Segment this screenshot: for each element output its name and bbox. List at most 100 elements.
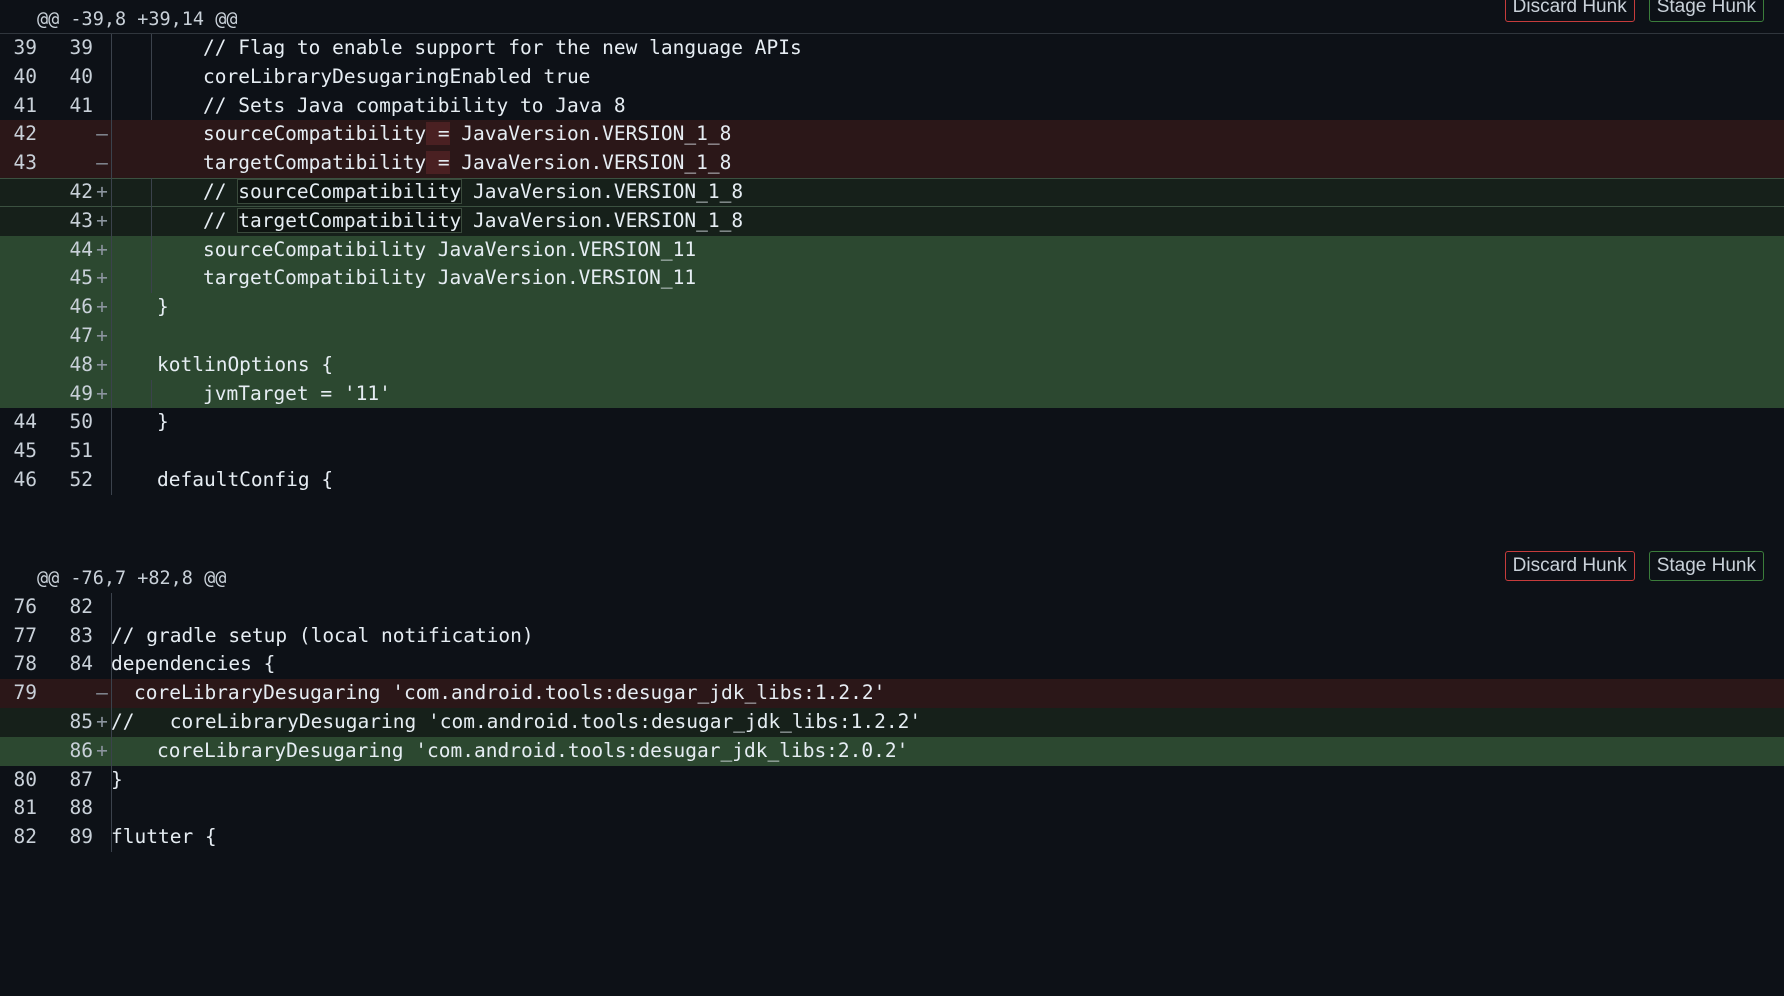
new-line-number: 48	[69, 352, 93, 376]
addition-marker: +	[96, 738, 108, 762]
changed-token: sourceCompatibility	[237, 178, 463, 204]
deletion-marker: —	[96, 681, 108, 705]
diff-line-added[interactable]: 42 + // sourceCompatibility JavaVersion.…	[0, 177, 1784, 207]
diff-line[interactable]: 78 84 dependencies {	[0, 650, 1784, 680]
hunk-actions: Discard Hunk Stage Hunk	[1504, 550, 1764, 581]
discard-hunk-button[interactable]: Discard Hunk	[1504, 0, 1635, 22]
addition-marker: +	[96, 208, 108, 232]
code-text: coreLibraryDesugaring 'com.android.tools…	[157, 738, 909, 762]
diff-line-added[interactable]: 85 + // coreLibraryDesugaring 'com.andro…	[0, 707, 1784, 737]
code-text: }	[111, 767, 123, 791]
diff-line[interactable]: 80 87 }	[0, 765, 1784, 795]
code-text: // sourceCompatibility JavaVersion.VERSI…	[111, 178, 1784, 207]
old-line-number: 76	[13, 594, 37, 618]
new-line-number: 51	[69, 439, 93, 463]
diff-line[interactable]: 76 82	[0, 592, 1784, 622]
gutter-divider	[111, 437, 112, 466]
code-text: }	[157, 295, 169, 319]
old-line-number: 42	[13, 122, 37, 146]
diff-line-added[interactable]: 48 + kotlinOptions {	[0, 350, 1784, 380]
new-line-number: 44	[69, 237, 93, 261]
new-line-number: 40	[69, 64, 93, 88]
code-token: //	[203, 208, 239, 232]
diff-hunk: @@ -39,8 +39,14 @@ Discard Hunk Stage Hu…	[0, 0, 1784, 495]
diff-line-deleted[interactable]: 79 — coreLibraryDesugaring 'com.android.…	[0, 679, 1784, 708]
code-text: coreLibraryDesugaringEnabled true	[203, 64, 591, 88]
deletion-marker: —	[96, 122, 108, 146]
code-text: defaultConfig {	[157, 467, 334, 491]
new-line-number: 52	[69, 467, 93, 491]
code-text: // targetCompatibility JavaVersion.VERSI…	[111, 207, 1784, 236]
hunk-actions: Discard Hunk Stage Hunk	[1504, 0, 1764, 22]
new-line-number: 46	[69, 295, 93, 319]
diff-line-deleted[interactable]: 43 — targetCompatibility = JavaVersion.V…	[0, 149, 1784, 178]
diff-line[interactable]: 45 51	[0, 437, 1784, 466]
new-line-number: 86	[69, 738, 93, 762]
diff-line-added[interactable]: 44 + sourceCompatibility JavaVersion.VER…	[0, 235, 1784, 265]
diff-line-added[interactable]: 45 + targetCompatibility JavaVersion.VER…	[0, 264, 1784, 294]
diff-line[interactable]: 39 39 // Flag to enable support for the …	[0, 34, 1784, 63]
code-token: JavaVersion.VERSION_1_8	[449, 122, 732, 146]
code-text: // gradle setup (local notification)	[111, 623, 534, 647]
addition-marker: +	[96, 179, 108, 203]
code-text: sourceCompatibility JavaVersion.VERSION_…	[203, 237, 697, 261]
new-line-number: 83	[69, 623, 93, 647]
addition-marker: +	[96, 709, 108, 733]
diff-line-added[interactable]: 49 + jvmTarget = '11'	[0, 379, 1784, 409]
code-text: kotlinOptions {	[157, 352, 334, 376]
changed-token: targetCompatibility	[237, 207, 463, 233]
diff-line-deleted[interactable]: 42 — sourceCompatibility = JavaVersion.V…	[0, 120, 1784, 150]
diff-line-added[interactable]: 46 + }	[0, 293, 1784, 322]
diff-line-added[interactable]: 86 + coreLibraryDesugaring 'com.android.…	[0, 736, 1784, 766]
stage-hunk-button[interactable]: Stage Hunk	[1648, 550, 1764, 581]
addition-marker: +	[96, 237, 108, 261]
gutter-divider	[111, 794, 112, 824]
addition-marker: +	[96, 295, 108, 319]
addition-marker: +	[96, 352, 108, 376]
stage-hunk-button[interactable]: Stage Hunk	[1648, 0, 1764, 22]
hunk-header: @@ -39,8 +39,14 @@ Discard Hunk Stage Hu…	[0, 0, 1784, 34]
gutter-divider	[111, 321, 112, 351]
code-token: sourceCompatibility	[203, 122, 427, 146]
changed-token: =	[426, 151, 450, 175]
old-line-number: 44	[13, 410, 37, 434]
code-token: JavaVersion.VERSION_1_8	[461, 208, 744, 232]
new-line-number: 88	[69, 796, 93, 820]
old-line-number: 82	[13, 825, 37, 849]
code-text: sourceCompatibility = JavaVersion.VERSIO…	[111, 120, 1784, 149]
diff-line[interactable]: 77 83 // gradle setup (local notificatio…	[0, 621, 1784, 651]
new-line-number: 84	[69, 652, 93, 676]
old-line-number: 40	[13, 64, 37, 88]
code-text: targetCompatibility JavaVersion.VERSION_…	[203, 266, 697, 290]
code-text: // coreLibraryDesugaring 'com.android.to…	[111, 709, 922, 733]
diff-hunk: @@ -76,7 +82,8 @@ Discard Hunk Stage Hun…	[0, 550, 1784, 852]
diff-line-added[interactable]: 47 +	[0, 321, 1784, 351]
new-line-number: 45	[69, 266, 93, 290]
hunk-range: @@ -76,7 +82,8 @@	[37, 567, 227, 589]
old-line-number: 46	[13, 467, 37, 491]
code-text: }	[157, 410, 169, 434]
addition-marker: +	[96, 323, 108, 347]
diff-line[interactable]: 44 50 }	[0, 408, 1784, 438]
code-text: flutter {	[111, 825, 217, 849]
old-line-number: 45	[13, 439, 37, 463]
diff-line-added[interactable]: 43 + // targetCompatibility JavaVersion.…	[0, 206, 1784, 236]
diff-line[interactable]: 82 89 flutter {	[0, 823, 1784, 852]
discard-hunk-button[interactable]: Discard Hunk	[1504, 550, 1635, 581]
diff-line[interactable]: 40 40 coreLibraryDesugaringEnabled true	[0, 62, 1784, 92]
code-token: //	[203, 179, 239, 203]
diff-line[interactable]: 81 88	[0, 794, 1784, 824]
new-line-number: 43	[69, 208, 93, 232]
code-token: JavaVersion.VERSION_1_8	[449, 151, 732, 175]
new-line-number: 50	[69, 410, 93, 434]
diff-line[interactable]: 46 52 defaultConfig {	[0, 465, 1784, 495]
new-line-number: 82	[69, 594, 93, 618]
code-text: targetCompatibility = JavaVersion.VERSIO…	[111, 149, 1784, 178]
code-text: jvmTarget = '11'	[203, 381, 391, 405]
new-line-number: 89	[69, 825, 93, 849]
old-line-number: 41	[13, 93, 37, 117]
old-line-number: 78	[13, 652, 37, 676]
old-line-number: 81	[13, 796, 37, 820]
hunk-header: @@ -76,7 +82,8 @@ Discard Hunk Stage Hun…	[0, 550, 1784, 593]
diff-line[interactable]: 41 41 // Sets Java compatibility to Java…	[0, 91, 1784, 121]
